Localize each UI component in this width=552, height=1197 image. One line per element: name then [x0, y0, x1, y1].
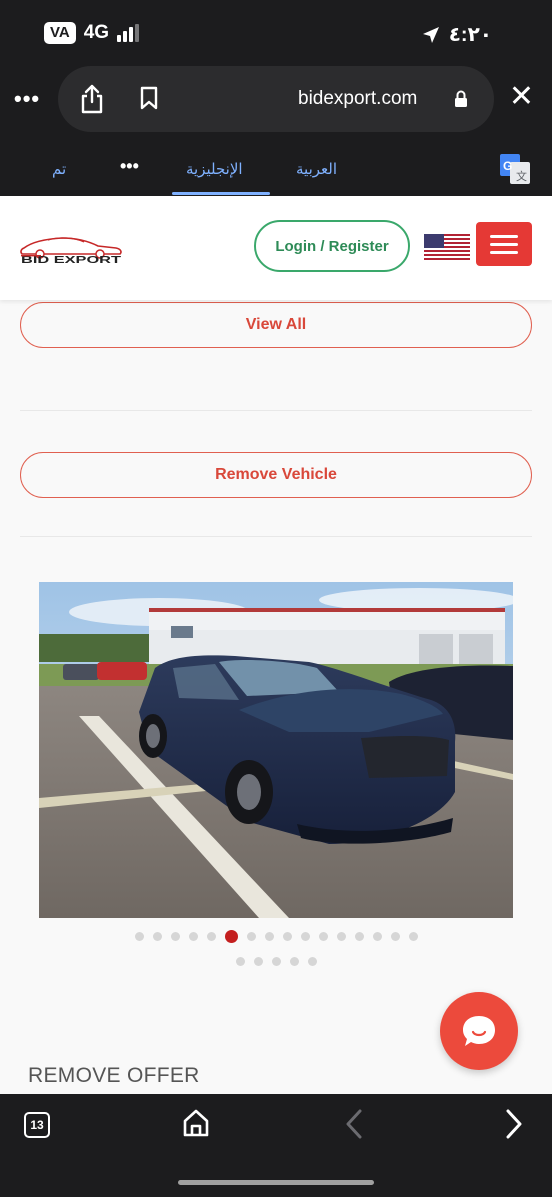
remove-offer-heading: REMOVE OFFER — [28, 1064, 200, 1087]
chat-bubble-icon — [463, 1016, 495, 1046]
carousel-dot[interactable] — [206, 932, 216, 941]
site-header: BID EXPORT Login / Register — [0, 196, 552, 300]
browser-menu-button[interactable]: ••• — [14, 86, 40, 112]
address-bar[interactable]: bidexport.com — [58, 66, 494, 132]
share-icon[interactable] — [80, 84, 104, 114]
translate-done-button[interactable]: تم — [52, 160, 66, 178]
back-arrow-icon[interactable] — [344, 1108, 366, 1140]
carousel-dot[interactable] — [224, 930, 238, 943]
carousel-dot[interactable] — [354, 932, 364, 941]
carousel-dot[interactable] — [289, 957, 299, 966]
view-all-button[interactable]: View All — [20, 302, 532, 348]
google-translate-icon[interactable]: G 文 — [500, 154, 530, 184]
hamburger-menu-button[interactable] — [476, 222, 532, 266]
translate-tab-arabic[interactable]: العربية — [296, 160, 337, 178]
carousel-dots — [0, 930, 552, 943]
vehicle-photo[interactable] — [39, 582, 513, 918]
home-icon[interactable] — [182, 1108, 210, 1138]
us-flag-icon[interactable] — [424, 234, 470, 260]
carousel-dot[interactable] — [170, 932, 180, 941]
divider — [20, 410, 532, 411]
divider — [20, 536, 532, 537]
url-text[interactable]: bidexport.com — [298, 88, 417, 110]
carousel-dot[interactable] — [253, 957, 263, 966]
translate-more-button[interactable]: ••• — [120, 156, 139, 177]
carousel-dots — [0, 957, 552, 966]
carousel-dot[interactable] — [282, 932, 292, 941]
clock: ٤:٢٠ — [448, 24, 492, 46]
carousel-dot[interactable] — [307, 957, 317, 966]
home-indicator — [178, 1180, 374, 1185]
svg-text:文: 文 — [516, 169, 527, 183]
svg-text:G: G — [503, 159, 512, 173]
translate-tab-english[interactable]: الإنجليزية — [186, 160, 243, 178]
live-chat-button[interactable] — [440, 992, 518, 1070]
carousel-dot[interactable] — [134, 932, 144, 941]
logo-text: BID EXPORT — [21, 255, 121, 266]
forward-arrow-icon[interactable] — [502, 1108, 524, 1140]
bid-export-logo[interactable]: BID EXPORT — [18, 234, 124, 266]
signal-icon — [117, 24, 140, 42]
battery-indicator: VA — [44, 22, 76, 44]
carousel-dot[interactable] — [264, 932, 274, 941]
close-button[interactable]: ✕ — [509, 82, 534, 112]
carousel-dot[interactable] — [300, 932, 310, 941]
carousel-dot[interactable] — [372, 932, 382, 941]
browser-bottom-bar: 13 — [0, 1094, 552, 1197]
tabs-button[interactable]: 13 — [24, 1112, 50, 1138]
active-tab-indicator — [172, 192, 270, 195]
carousel-dot[interactable] — [336, 932, 346, 941]
status-bar: VA 4G ٤:٢٠ — [0, 0, 552, 70]
carousel-dot[interactable] — [318, 932, 328, 941]
carousel-dot[interactable] — [152, 932, 162, 941]
lock-icon — [455, 90, 467, 107]
remove-vehicle-button[interactable]: Remove Vehicle — [20, 452, 532, 498]
login-register-button[interactable]: Login / Register — [254, 220, 410, 272]
web-page: BID EXPORT Login / Register View All Rem… — [0, 196, 552, 1094]
carousel-dot[interactable] — [408, 932, 418, 941]
carousel-dot[interactable] — [235, 957, 245, 966]
carousel-dot[interactable] — [390, 932, 400, 941]
carousel-dot[interactable] — [271, 957, 281, 966]
carousel-dot[interactable] — [246, 932, 256, 941]
bookmark-icon[interactable] — [140, 86, 158, 110]
browser-toolbar: ••• bidexport.com ✕ — [0, 64, 552, 134]
location-arrow-icon — [422, 26, 439, 43]
translate-bar: تم ••• الإنجليزية العربية G 文 — [0, 134, 552, 196]
network-type: 4G — [83, 22, 110, 43]
carousel-dot[interactable] — [188, 932, 198, 941]
